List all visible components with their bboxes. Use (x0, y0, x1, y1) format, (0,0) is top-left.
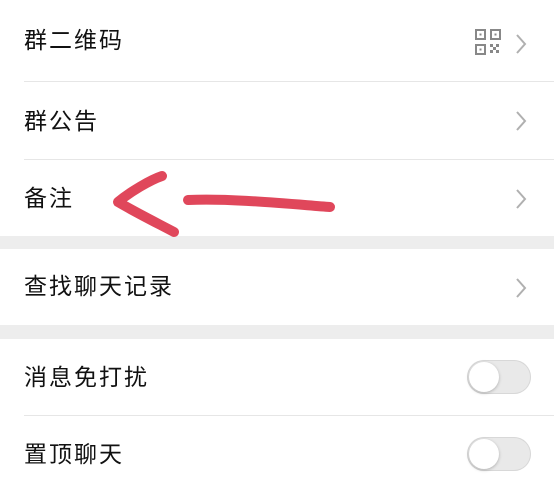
mute-notifications-toggle[interactable] (467, 360, 531, 394)
chat-settings-page: 群二维码 群公告 备注 查找聊天记录 消息免打扰 置顶聊天 (0, 0, 554, 500)
settings-group-toggles: 消息免打扰 置顶聊天 (0, 339, 554, 500)
chevron-right-icon (516, 189, 527, 209)
pin-chat-label: 置顶聊天 (24, 442, 124, 468)
chevron-right-icon (516, 34, 527, 54)
pin-chat-toggle[interactable] (467, 437, 531, 471)
mute-notifications-label: 消息免打扰 (24, 365, 149, 391)
mute-notifications-row: 消息免打扰 (0, 339, 554, 415)
toggle-knob (469, 439, 499, 469)
toggle-knob (469, 362, 499, 392)
pin-chat-row: 置顶聊天 (0, 416, 554, 500)
group-notice-label: 群公告 (24, 109, 99, 135)
settings-group-info: 群二维码 群公告 备注 (0, 0, 554, 236)
remark-label: 备注 (24, 186, 74, 212)
group-qr-code-label: 群二维码 (24, 28, 124, 54)
search-chat-history-label: 查找聊天记录 (24, 274, 174, 300)
remark-row[interactable]: 备注 (0, 160, 554, 236)
settings-group-search: 查找聊天记录 (0, 249, 554, 325)
group-notice-row[interactable]: 群公告 (0, 82, 554, 159)
chevron-right-icon (516, 111, 527, 131)
chevron-right-icon (516, 278, 527, 298)
qr-code-icon (475, 29, 501, 55)
search-chat-history-row[interactable]: 查找聊天记录 (0, 249, 554, 325)
group-qr-code-row[interactable]: 群二维码 (0, 0, 554, 82)
